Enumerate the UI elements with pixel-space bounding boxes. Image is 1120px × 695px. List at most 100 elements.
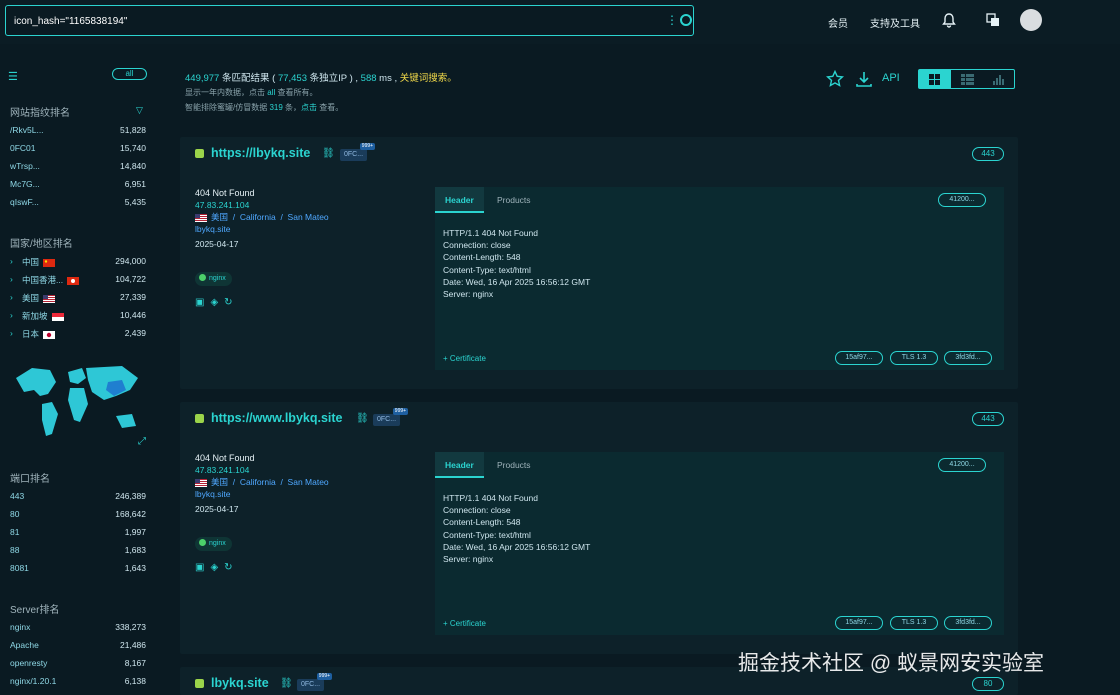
certificate-toggle[interactable]: + Certificate: [443, 619, 486, 628]
fingerprint-tag[interactable]: 0FC... 999+: [373, 408, 409, 426]
server-row[interactable]: Apache 21,486: [10, 640, 146, 654]
fingerprint-row[interactable]: 0FC01 15,740: [10, 143, 146, 157]
flag-us-icon: [195, 213, 207, 222]
flag-us-icon: [43, 294, 56, 303]
port-row[interactable]: 88 1,683: [10, 545, 146, 559]
search-box[interactable]: ⋮: [5, 5, 694, 36]
ip-link[interactable]: 47.83.241.104: [195, 199, 329, 211]
result-summary: 449,977 条匹配结果 ( 77,453 条独立IP ) , 588 ms …: [185, 73, 457, 84]
search-input[interactable]: [14, 13, 614, 29]
date: 2025-04-17: [195, 239, 239, 249]
nginx-icon: [199, 539, 206, 546]
list-view-icon[interactable]: [961, 74, 974, 85]
all-filter-pill[interactable]: all: [112, 68, 147, 80]
translate-icon[interactable]: [986, 13, 1000, 27]
country-row[interactable]: › 新加坡 10,446: [10, 310, 146, 324]
star-icon[interactable]: [826, 70, 844, 88]
port-badge[interactable]: 80: [972, 677, 1004, 691]
fingerprint-row[interactable]: /Rkv5L... 51,828: [10, 125, 146, 139]
screenshot-icon[interactable]: ▣: [195, 562, 210, 573]
chevron-right-icon: ›: [10, 292, 13, 302]
tls-pill[interactable]: TLS 1.3: [890, 616, 938, 630]
sort-icon[interactable]: ▽: [136, 105, 143, 116]
result-card: https://www.lbykq.site ⛓ 0FC... 999+ 443 …: [180, 402, 1018, 654]
hash-pill[interactable]: 41200...: [938, 458, 986, 472]
grid-view-button[interactable]: [919, 70, 951, 88]
link-icon[interactable]: ⛓: [356, 413, 369, 424]
fingerprint-tag[interactable]: 0FC... 999+: [340, 143, 376, 161]
fingerprint-tag[interactable]: 0FC... 999+: [297, 673, 333, 691]
chevron-right-icon: ›: [10, 256, 13, 266]
port-row[interactable]: 443 246,389: [10, 491, 146, 505]
nav-member[interactable]: 会员: [828, 15, 848, 30]
tls-pill[interactable]: TLS 1.3: [890, 351, 938, 365]
country-rank-title: 国家/地区排名: [10, 239, 73, 250]
country-row[interactable]: › 日本 2,439: [10, 328, 146, 342]
tab-header[interactable]: Header: [435, 187, 484, 213]
result-url-link[interactable]: https://www.lbykq.site: [211, 411, 343, 425]
tab-products[interactable]: Products: [487, 187, 541, 213]
api-button[interactable]: API: [882, 72, 900, 84]
link-icon[interactable]: ⛓: [280, 678, 293, 689]
result-url-link[interactable]: lbykq.site: [211, 676, 269, 690]
keyword-search-link[interactable]: 关键词搜索。: [400, 73, 457, 84]
certificate-toggle[interactable]: + Certificate: [443, 354, 486, 363]
country-row[interactable]: › 美国 27,339: [10, 292, 146, 306]
more-options-icon[interactable]: ⋮: [666, 13, 678, 27]
cube-icon[interactable]: ◈: [210, 297, 224, 308]
cert-hash-pill[interactable]: 15af97...: [835, 616, 883, 630]
top-bar: ⋮ 会员 支持及工具: [0, 0, 1120, 44]
result-card: https://lbykq.site ⛓ 0FC... 999+ 443 404 …: [180, 137, 1018, 389]
server-tag[interactable]: nginx: [195, 272, 232, 286]
refresh-icon[interactable]: ↻: [224, 562, 238, 573]
site-favicon-icon: [195, 149, 204, 158]
view-excluded-link[interactable]: 点击: [301, 103, 317, 112]
link-icon[interactable]: ⛓: [322, 148, 335, 159]
country-row[interactable]: › 中国 294,000: [10, 256, 146, 270]
port-badge[interactable]: 443: [972, 147, 1004, 161]
result-url-link[interactable]: https://lbykq.site: [211, 146, 310, 160]
cube-icon[interactable]: ◈: [210, 562, 224, 573]
bell-icon[interactable]: [942, 13, 956, 28]
hash-pill[interactable]: 41200...: [938, 193, 986, 207]
fingerprint-row[interactable]: Mc7G... 6,951: [10, 179, 146, 193]
tab-products[interactable]: Products: [487, 452, 541, 478]
port-row[interactable]: 81 1,997: [10, 527, 146, 541]
avatar[interactable]: [1020, 9, 1042, 31]
screenshot-icon[interactable]: ▣: [195, 297, 210, 308]
action-icons: ▣◈↻: [195, 297, 239, 308]
sidebar: ☰ all 网站指纹排名 ▽ /Rkv5L... 51,828 0FC01 15,7…: [0, 60, 160, 695]
port-badge[interactable]: 443: [972, 412, 1004, 426]
server-tag[interactable]: nginx: [195, 537, 232, 551]
world-map[interactable]: [12, 360, 144, 448]
nav-support-tools[interactable]: 支持及工具: [870, 15, 920, 30]
summary-note-1: 显示一年内数据，点击 all 查看所有。: [185, 88, 318, 97]
server-row[interactable]: openresty 8,167: [10, 658, 146, 672]
flag-cn-icon: [43, 258, 56, 267]
download-icon[interactable]: [855, 70, 873, 88]
host-link[interactable]: lbykq.site: [195, 488, 329, 500]
ip-link[interactable]: 47.83.241.104: [195, 464, 329, 476]
geo-location: 美国 / California / San Mateo: [195, 211, 329, 223]
chart-view-icon[interactable]: [993, 74, 1004, 85]
host-link[interactable]: lbykq.site: [195, 223, 329, 235]
fingerprint-row[interactable]: qIswF... 5,435: [10, 197, 146, 211]
tab-header[interactable]: Header: [435, 452, 484, 478]
cert-fp-pill[interactable]: 3fd3fd...: [944, 351, 992, 365]
port-row[interactable]: 8081 1,643: [10, 563, 146, 577]
filter-settings-icon[interactable]: ☰: [8, 70, 18, 83]
fingerprint-row[interactable]: wTrsp... 14,840: [10, 161, 146, 175]
fingerprint-rank-title: 网站指纹排名: [10, 108, 70, 119]
refresh-icon[interactable]: ↻: [224, 297, 238, 308]
country-row[interactable]: › 中国香港... 104,722: [10, 274, 146, 288]
expand-icon[interactable]: ⤢: [138, 436, 148, 447]
server-row[interactable]: nginx 338,273: [10, 622, 146, 636]
nginx-icon: [199, 274, 206, 281]
result-info: 404 Not Found 47.83.241.104 美国 / Califor…: [195, 452, 329, 515]
cert-fp-pill[interactable]: 3fd3fd...: [944, 616, 992, 630]
server-row[interactable]: nginx/1.20.1 6,138: [10, 676, 146, 690]
view-switcher[interactable]: [918, 69, 1015, 89]
search-icon[interactable]: [680, 14, 692, 26]
port-row[interactable]: 80 168,642: [10, 509, 146, 523]
cert-hash-pill[interactable]: 15af97...: [835, 351, 883, 365]
